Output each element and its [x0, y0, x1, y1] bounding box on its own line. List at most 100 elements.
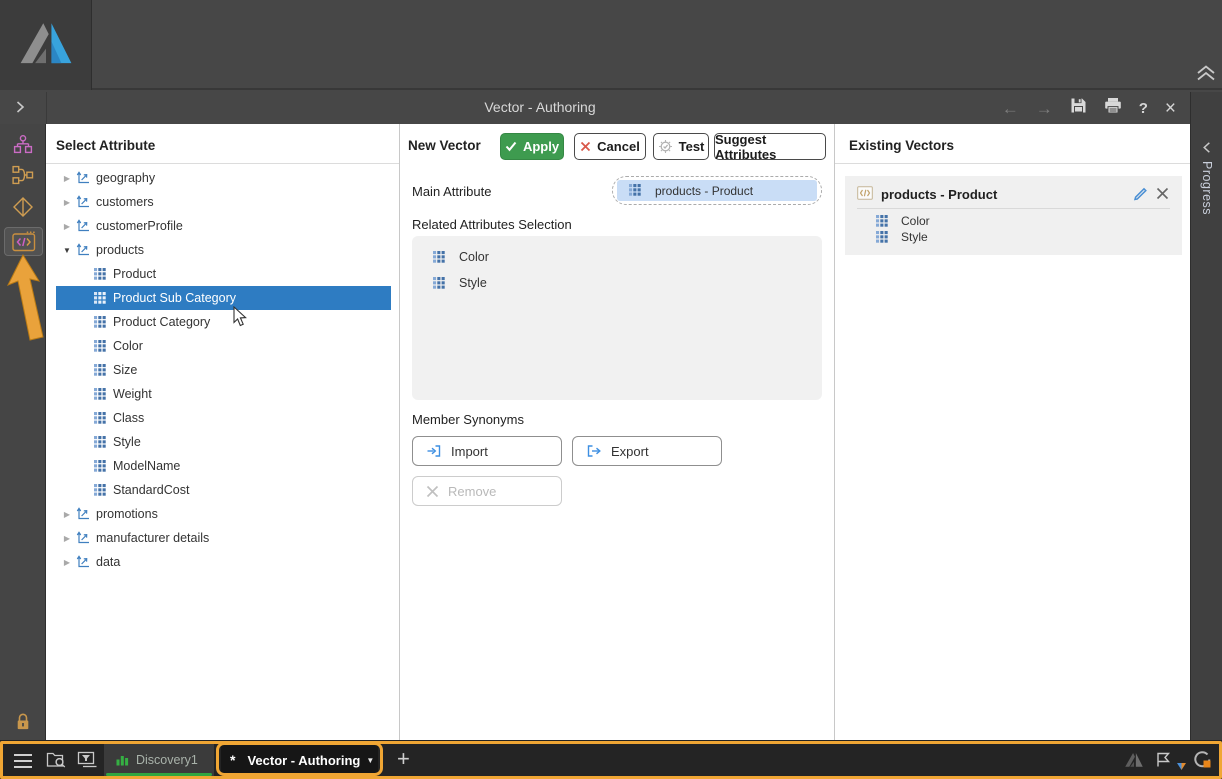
dimension-icon	[76, 243, 90, 257]
tree-item[interactable]: ▼ products	[56, 238, 391, 262]
tree-item[interactable]: ▶ promotions	[56, 502, 391, 526]
bottom-taskbar: Discovery1 * Vector - Authoring ▼ +	[0, 740, 1222, 779]
vector-script-icon	[12, 231, 36, 252]
hierarchy-tool-icon[interactable]	[12, 134, 34, 161]
attribute-grid-icon	[93, 387, 107, 401]
export-button[interactable]: Export	[572, 436, 722, 466]
expand-arrow-icon[interactable]: ▶	[60, 198, 74, 207]
related-attribute-item[interactable]: Style	[412, 270, 822, 296]
tree-item[interactable]: Color	[56, 334, 391, 358]
related-attribute-label: Color	[459, 250, 489, 264]
tree-item-label: Class	[113, 411, 144, 425]
tab-vector-authoring[interactable]: * Vector - Authoring ▼	[221, 744, 378, 776]
filter-panel-button[interactable]	[77, 751, 98, 773]
related-attribute-item[interactable]: Color	[412, 244, 822, 270]
tree-item[interactable]: Style	[56, 430, 391, 454]
tree-item[interactable]: ▶ customerProfile	[56, 214, 391, 238]
attribute-tree: ▶ geography▶ customers▶ customerProfile▼…	[46, 166, 399, 574]
tree-item[interactable]: Size	[56, 358, 391, 382]
tree-item-label: data	[96, 555, 120, 569]
expand-arrow-icon[interactable]: ▶	[60, 222, 74, 231]
remove-button[interactable]: Remove	[412, 476, 562, 506]
attribute-grid-icon	[93, 483, 107, 497]
vector-card-title: products - Product	[881, 187, 997, 202]
expand-arrow-icon[interactable]: ▶	[60, 174, 74, 183]
save-button[interactable]	[1070, 97, 1087, 119]
relationship-tool-icon[interactable]	[11, 165, 34, 190]
expand-arrow-icon[interactable]: ▶	[60, 510, 74, 519]
new-vector-panel: New Vector Apply Cancel Test Suggest Att…	[400, 124, 835, 740]
dropdown-triangle-icon[interactable]	[1177, 757, 1186, 775]
tree-item[interactable]: Product	[56, 262, 391, 286]
attribute-grid-icon	[875, 214, 889, 228]
tree-item[interactable]: Product Category	[56, 310, 391, 334]
main-attribute-label: Main Attribute	[412, 184, 492, 199]
tree-item-label: manufacturer details	[96, 531, 209, 545]
collapse-arrow-icon[interactable]: ▼	[60, 246, 74, 255]
dialog-content: Select Attribute ▶ geography▶ customers▶…	[46, 124, 1190, 740]
help-button[interactable]: ?	[1139, 101, 1148, 116]
flag-icon[interactable]	[1155, 752, 1171, 772]
sidebar-expand-button[interactable]	[15, 100, 25, 119]
edit-vector-button[interactable]	[1133, 186, 1148, 206]
main-attribute-chip[interactable]: products - Product	[617, 180, 817, 201]
pyramid-status-icon[interactable]	[1124, 752, 1144, 774]
chevron-right-icon	[15, 100, 25, 114]
attribute-grid-icon	[93, 315, 107, 329]
new-tab-button[interactable]: +	[397, 746, 410, 772]
tree-item[interactable]: ModelName	[56, 454, 391, 478]
attribute-grid-icon	[875, 230, 889, 244]
app-logo[interactable]	[0, 0, 92, 90]
print-button[interactable]	[1104, 97, 1122, 119]
tree-item-label: Size	[113, 363, 137, 377]
member-synonyms-label: Member Synonyms	[412, 412, 524, 427]
gear-check-icon	[658, 139, 673, 154]
import-icon	[426, 443, 442, 459]
expand-arrow-icon[interactable]: ▶	[60, 558, 74, 567]
vector-card-icon	[857, 186, 873, 205]
dimension-icon	[76, 555, 90, 569]
progress-side-strip[interactable]: Progress	[1190, 92, 1222, 740]
tree-item[interactable]: StandardCost	[56, 478, 391, 502]
main-attribute-dropzone[interactable]: products - Product	[612, 176, 822, 205]
attribute-grid-icon	[93, 459, 107, 473]
diamond-tool-icon[interactable]	[12, 196, 34, 223]
lock-icon[interactable]	[14, 712, 31, 736]
forward-button[interactable]: →	[1036, 100, 1053, 117]
recorder-status-icon[interactable]	[1193, 750, 1212, 774]
vector-tool-selected[interactable]	[4, 227, 43, 256]
tree-item[interactable]: Class	[56, 406, 391, 430]
expand-arrow-icon[interactable]: ▶	[60, 534, 74, 543]
back-button[interactable]: ←	[1002, 100, 1019, 117]
tree-item-label: ModelName	[113, 459, 180, 473]
tree-item[interactable]: Weight	[56, 382, 391, 406]
card-divider	[857, 208, 1170, 209]
delete-vector-button[interactable]	[1155, 186, 1170, 206]
related-attributes-list: Color Style	[412, 236, 822, 400]
titlebar-divider	[46, 92, 47, 124]
close-button[interactable]: ×	[1165, 99, 1176, 118]
dimension-icon	[76, 219, 90, 233]
suggest-attributes-button[interactable]: Suggest Attributes	[714, 133, 826, 160]
tab-menu-caret-icon[interactable]: ▼	[366, 756, 374, 765]
check-icon	[505, 141, 517, 152]
menu-button[interactable]	[14, 754, 32, 768]
tree-item[interactable]: ▶ geography	[56, 166, 391, 190]
tab-discovery1[interactable]: Discovery1	[104, 744, 214, 776]
double-chevron-up-icon	[1195, 64, 1217, 82]
import-button[interactable]: Import	[412, 436, 562, 466]
collapse-header-button[interactable]	[1195, 64, 1217, 87]
tree-item[interactable]: ▶ customers	[56, 190, 391, 214]
cancel-button[interactable]: Cancel	[574, 133, 646, 160]
apply-button[interactable]: Apply	[500, 133, 564, 160]
tree-item-label: StandardCost	[113, 483, 189, 497]
tree-item[interactable]: Product Sub Category	[56, 286, 391, 310]
pyramid-logo-icon	[17, 21, 75, 69]
open-content-button[interactable]	[46, 751, 67, 773]
attribute-grid-icon	[432, 250, 446, 264]
tree-item[interactable]: ▶ data	[56, 550, 391, 574]
test-button[interactable]: Test	[653, 133, 709, 160]
tree-item[interactable]: ▶ manufacturer details	[56, 526, 391, 550]
print-icon	[1104, 97, 1122, 114]
tree-item-label: Product Sub Category	[113, 291, 236, 305]
